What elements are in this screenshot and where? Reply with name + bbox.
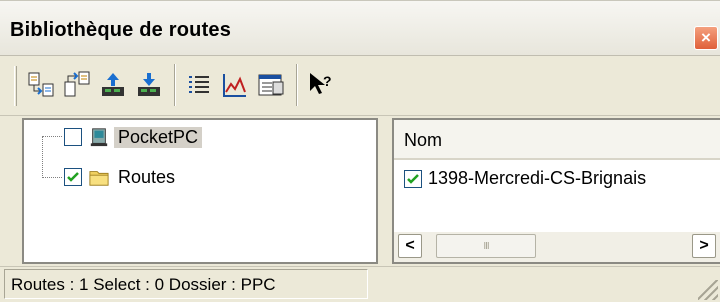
checkmark-icon [407, 173, 419, 184]
toolbar-grip[interactable] [14, 66, 17, 106]
upload-to-device-button[interactable] [96, 68, 130, 102]
tree-line [42, 136, 43, 178]
route-name: 1398-Mercredi-CS-Brignais [428, 168, 647, 188]
properties-icon [258, 74, 284, 96]
route-library-window: Bibliothèque de routes × ? PocketPC Rout… [0, 0, 720, 302]
pocketpc-device-icon [88, 126, 110, 148]
import-route-icon [28, 72, 54, 97]
list-view-icon [189, 76, 209, 93]
properties-button[interactable] [254, 68, 288, 102]
list-item[interactable]: 1398-Mercredi-CS-Brignais [404, 168, 646, 189]
status-text: Routes : 1 Select : 0 Dossier : PPC [11, 275, 276, 294]
tree-item-label: PocketPC [114, 126, 203, 148]
folder-icon [88, 166, 110, 188]
tree-item-label: Routes [118, 166, 176, 187]
resize-grip[interactable] [698, 280, 718, 300]
pane-splitter[interactable] [380, 118, 390, 264]
chevron-right-icon: > [699, 237, 709, 254]
tree-item-pocketpc[interactable]: PocketPC [64, 124, 203, 150]
whats-this-help-icon: ? [310, 73, 332, 94]
export-route-button[interactable] [60, 68, 94, 102]
horizontal-scrollbar[interactable]: < III > [394, 232, 720, 262]
elevation-profile-icon [223, 74, 246, 97]
scroll-right-button[interactable]: > [692, 234, 716, 258]
close-button[interactable]: × [694, 26, 718, 50]
toolbar-separator [174, 64, 176, 106]
scroll-left-button[interactable]: < [398, 234, 422, 258]
svg-text:?: ? [323, 73, 332, 89]
list-view-button[interactable] [182, 68, 216, 102]
chevron-left-icon: < [405, 237, 415, 254]
import-route-button[interactable] [24, 68, 58, 102]
scrollbar-grip: III [483, 240, 489, 252]
pocketpc-checkbox[interactable] [64, 128, 82, 146]
tree-line [42, 177, 62, 178]
tree-item-routes[interactable]: Routes [64, 164, 179, 190]
export-route-icon [64, 71, 90, 97]
route-list[interactable]: Nom 1398-Mercredi-CS-Brignais < III > [392, 118, 720, 264]
device-tree[interactable]: PocketPC Routes [22, 118, 378, 264]
status-bar: Routes : 1 Select : 0 Dossier : PPC [0, 266, 720, 302]
upload-to-device-icon [102, 73, 124, 96]
download-from-device-icon [138, 73, 160, 96]
elevation-profile-button[interactable] [218, 68, 252, 102]
toolbar-separator [296, 64, 298, 106]
toolbar: ? [0, 56, 720, 116]
checkmark-icon [67, 172, 79, 182]
routes-checkbox[interactable] [64, 168, 82, 186]
close-icon: × [701, 28, 711, 47]
route-checkbox[interactable] [404, 169, 422, 188]
download-from-device-button[interactable] [132, 68, 166, 102]
column-header-name[interactable]: Nom [394, 120, 720, 160]
scrollbar-thumb[interactable]: III [436, 234, 536, 258]
title-bar[interactable]: Bibliothèque de routes × [0, 0, 720, 56]
whats-this-help-button[interactable]: ? [304, 68, 338, 102]
status-field: Routes : 1 Select : 0 Dossier : PPC [4, 269, 368, 299]
tree-line [42, 136, 62, 137]
window-title: Bibliothèque de routes [10, 19, 232, 41]
column-header-label: Nom [404, 130, 443, 150]
